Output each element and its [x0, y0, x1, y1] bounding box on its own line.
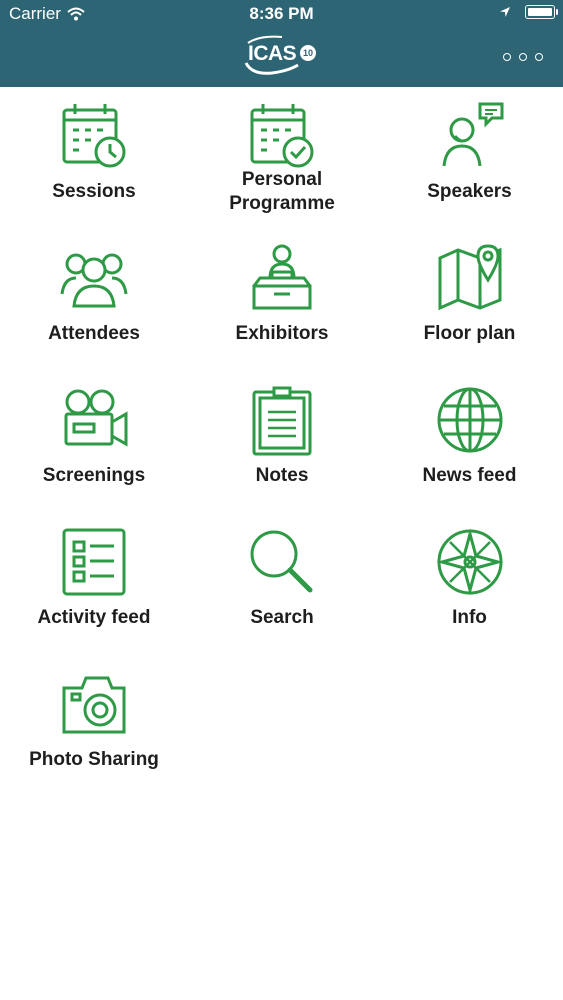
- location-arrow-icon: [500, 7, 510, 17]
- menu-item-label: Info: [452, 607, 487, 628]
- menu-item-floor-plan[interactable]: Floor plan: [376, 242, 563, 384]
- menu-item-activity-feed[interactable]: Activity feed: [0, 526, 188, 668]
- calendar-clock-icon: [62, 104, 126, 168]
- menu-item-sessions[interactable]: Sessions: [0, 100, 188, 242]
- menu-item-label: Sessions: [52, 181, 136, 202]
- menu-item-label: Personal Programme: [229, 169, 335, 214]
- camera-icon: [62, 676, 126, 734]
- menu-item-label: Search: [250, 607, 314, 628]
- menu-item-screenings[interactable]: Screenings: [0, 384, 188, 526]
- menu-item-label: Screenings: [42, 465, 146, 486]
- more-options-button[interactable]: [503, 46, 543, 68]
- menu-item-exhibitors[interactable]: Exhibitors: [188, 242, 376, 384]
- more-dot: [503, 53, 511, 61]
- menu-item-info[interactable]: Info: [376, 526, 563, 668]
- status-right: [499, 5, 558, 19]
- menu-item-label: Floor plan: [423, 323, 516, 344]
- menu-item-label: News feed: [422, 465, 517, 486]
- map-pin-icon: [438, 244, 501, 311]
- menu-item-label: Notes: [255, 465, 309, 486]
- battery-icon: [525, 5, 558, 19]
- clipboard-icon: [252, 386, 312, 456]
- people-group-icon: [60, 253, 128, 308]
- video-camera-icon: [64, 389, 128, 447]
- menu-item-attendees[interactable]: Attendees: [0, 242, 188, 384]
- logo-badge: 10: [300, 45, 316, 61]
- menu-item-label: Photo Sharing: [29, 749, 159, 770]
- search-icon: [250, 530, 313, 593]
- app-logo: ICAS 10: [238, 33, 322, 79]
- menu-item-news-feed[interactable]: News feed: [376, 384, 563, 526]
- compass-icon: [435, 528, 504, 596]
- calendar-check-icon: [250, 104, 314, 168]
- more-dot: [535, 53, 543, 61]
- menu-item-personal-programme[interactable]: Personal Programme: [188, 100, 376, 242]
- menu-item-label: Speakers: [427, 181, 512, 202]
- more-dot: [519, 53, 527, 61]
- menu-item-notes[interactable]: Notes: [188, 384, 376, 526]
- navigation-bar: Carrier 8:36 PM ICAS 10: [0, 0, 563, 87]
- status-bar: Carrier 8:36 PM: [0, 0, 563, 28]
- menu-item-label: Exhibitors: [235, 323, 329, 344]
- menu-item-speakers[interactable]: Speakers: [376, 100, 563, 242]
- globe-icon: [437, 387, 502, 453]
- clock: 8:36 PM: [249, 4, 314, 23]
- menu-item-search[interactable]: Search: [188, 526, 376, 668]
- logo-text: ICAS: [248, 42, 297, 65]
- menu-grid: Sessions Personal Programme Speakers Att…: [0, 100, 563, 810]
- speaker-bubble-icon: [442, 102, 503, 167]
- list-icon: [62, 528, 126, 596]
- menu-item-photo-sharing[interactable]: Photo Sharing: [0, 668, 188, 810]
- menu-item-label: Attendees: [48, 323, 140, 344]
- exhibitor-booth-icon: [252, 244, 312, 310]
- menu-item-label: Activity feed: [37, 607, 151, 628]
